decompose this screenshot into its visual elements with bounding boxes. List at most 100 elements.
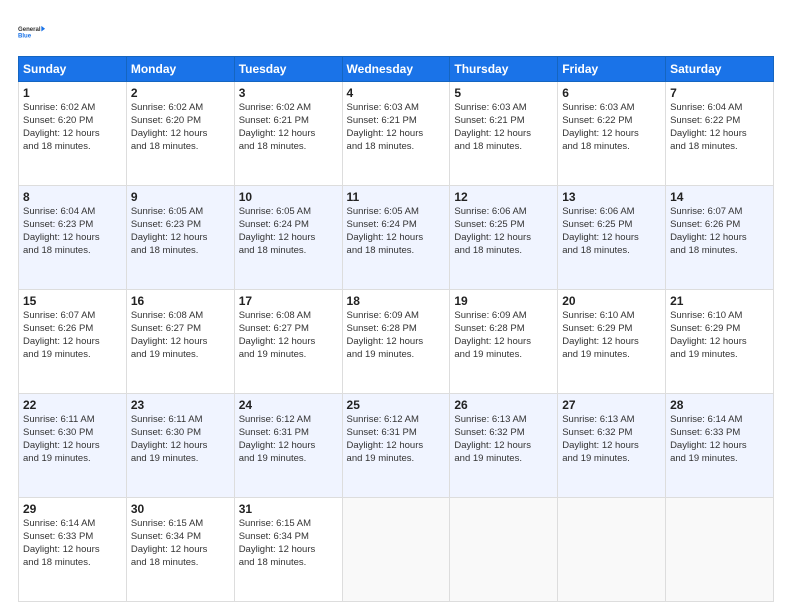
calendar-cell: 20Sunrise: 6:10 AMSunset: 6:29 PMDayligh…	[558, 290, 666, 394]
day-number: 21	[670, 293, 769, 309]
day-info-line: Sunset: 6:30 PM	[23, 427, 122, 440]
day-number: 30	[131, 501, 230, 517]
day-number: 3	[239, 85, 338, 101]
logo: GeneralBlue	[18, 18, 46, 46]
day-info-line: and 19 minutes.	[23, 453, 122, 466]
day-number: 8	[23, 189, 122, 205]
day-info-line: Sunrise: 6:08 AM	[239, 310, 338, 323]
calendar-cell: 17Sunrise: 6:08 AMSunset: 6:27 PMDayligh…	[234, 290, 342, 394]
day-info-line: and 18 minutes.	[670, 245, 769, 258]
day-info-line: Sunset: 6:21 PM	[454, 115, 553, 128]
day-number: 29	[23, 501, 122, 517]
day-info-line: and 19 minutes.	[670, 453, 769, 466]
calendar-cell: 3Sunrise: 6:02 AMSunset: 6:21 PMDaylight…	[234, 82, 342, 186]
day-info-line: Sunrise: 6:11 AM	[23, 414, 122, 427]
calendar-cell: 2Sunrise: 6:02 AMSunset: 6:20 PMDaylight…	[126, 82, 234, 186]
day-info-line: Sunset: 6:25 PM	[454, 219, 553, 232]
day-info-line: Daylight: 12 hours	[131, 128, 230, 141]
calendar-week-row: 29Sunrise: 6:14 AMSunset: 6:33 PMDayligh…	[19, 498, 774, 602]
calendar-week-row: 22Sunrise: 6:11 AMSunset: 6:30 PM Dayligh…	[19, 394, 774, 498]
day-number: 26	[454, 397, 553, 413]
day-info-line: Daylight: 12 hours	[347, 440, 446, 453]
day-info-line: Sunset: 6:21 PM	[239, 115, 338, 128]
day-info-line: Daylight: 12 hours	[670, 232, 769, 245]
day-info-line: Daylight: 12 hours	[131, 440, 230, 453]
day-info-line: Sunrise: 6:10 AM	[670, 310, 769, 323]
day-info-line: Daylight: 12 hours	[239, 544, 338, 557]
day-info-line: and 19 minutes.	[131, 349, 230, 362]
calendar-cell: 4Sunrise: 6:03 AMSunset: 6:21 PMDaylight…	[342, 82, 450, 186]
col-header-monday: Monday	[126, 57, 234, 82]
day-info-line: Daylight: 12 hours	[347, 128, 446, 141]
day-number: 20	[562, 293, 661, 309]
day-info-line: and 18 minutes.	[131, 245, 230, 258]
day-info-line: Daylight: 12 hours	[562, 128, 661, 141]
day-info-line: and 19 minutes.	[562, 349, 661, 362]
calendar-cell: 18Sunrise: 6:09 AMSunset: 6:28 PMDayligh…	[342, 290, 450, 394]
day-info-line: Sunrise: 6:15 AM	[239, 518, 338, 531]
day-info-line: Daylight: 12 hours	[239, 232, 338, 245]
calendar-cell: 22Sunrise: 6:11 AMSunset: 6:30 PMDayligh…	[19, 394, 127, 498]
calendar-cell	[558, 498, 666, 602]
day-info-line: Sunset: 6:23 PM	[131, 219, 230, 232]
day-info-line: and 18 minutes.	[670, 141, 769, 154]
day-info-line: Sunset: 6:29 PM	[562, 323, 661, 336]
calendar-cell: 27Sunrise: 6:13 AMSunset: 6:32 PMDayligh…	[558, 394, 666, 498]
col-header-wednesday: Wednesday	[342, 57, 450, 82]
day-number: 2	[131, 85, 230, 101]
day-info-line: Sunset: 6:24 PM	[239, 219, 338, 232]
day-info-line: Sunrise: 6:05 AM	[347, 206, 446, 219]
calendar-cell: 26Sunrise: 6:13 AMSunset: 6:32 PMDayligh…	[450, 394, 558, 498]
day-number: 27	[562, 397, 661, 413]
calendar-header-row: SundayMondayTuesdayWednesdayThursdayFrid…	[19, 57, 774, 82]
day-info-line: Sunset: 6:34 PM	[239, 531, 338, 544]
day-info-line: Daylight: 12 hours	[347, 232, 446, 245]
day-info-line: Sunrise: 6:02 AM	[239, 102, 338, 115]
day-info-line: Daylight: 12 hours	[670, 128, 769, 141]
day-info-line: Daylight: 12 hours	[131, 232, 230, 245]
calendar-cell: 19Sunrise: 6:09 AMSunset: 6:28 PMDayligh…	[450, 290, 558, 394]
day-number: 6	[562, 85, 661, 101]
calendar-cell: 16Sunrise: 6:08 AMSunset: 6:27 PMDayligh…	[126, 290, 234, 394]
day-info-line: Sunset: 6:22 PM	[562, 115, 661, 128]
col-header-tuesday: Tuesday	[234, 57, 342, 82]
day-info-line: Sunrise: 6:13 AM	[454, 414, 553, 427]
day-info-line: Sunset: 6:24 PM	[347, 219, 446, 232]
day-number: 24	[239, 397, 338, 413]
day-info-line: Daylight: 12 hours	[23, 544, 122, 557]
day-info-line: Sunrise: 6:05 AM	[239, 206, 338, 219]
day-info-line: Daylight: 12 hours	[562, 232, 661, 245]
day-info-line: Sunset: 6:25 PM	[562, 219, 661, 232]
day-info-line: and 19 minutes.	[347, 453, 446, 466]
day-info-line: and 18 minutes.	[454, 245, 553, 258]
calendar-week-row: 8Sunrise: 6:04 AMSunset: 6:23 PMDaylight…	[19, 186, 774, 290]
day-info-line: Sunset: 6:32 PM	[562, 427, 661, 440]
day-number: 28	[670, 397, 769, 413]
day-info-line: Sunset: 6:26 PM	[670, 219, 769, 232]
day-number: 13	[562, 189, 661, 205]
col-header-thursday: Thursday	[450, 57, 558, 82]
day-info-line: Sunrise: 6:02 AM	[131, 102, 230, 115]
day-info-line: Sunrise: 6:07 AM	[23, 310, 122, 323]
day-info-line: Sunset: 6:28 PM	[454, 323, 553, 336]
day-info-line: and 18 minutes.	[454, 141, 553, 154]
day-info-line: Sunset: 6:26 PM	[23, 323, 122, 336]
day-info-line: Daylight: 12 hours	[239, 128, 338, 141]
day-number: 22	[23, 397, 122, 413]
day-info-line: Sunrise: 6:06 AM	[562, 206, 661, 219]
day-number: 11	[347, 189, 446, 205]
day-number: 15	[23, 293, 122, 309]
day-info-line: Sunset: 6:20 PM	[131, 115, 230, 128]
day-info-line: Sunset: 6:31 PM	[239, 427, 338, 440]
day-info-line: and 19 minutes.	[670, 349, 769, 362]
day-number: 5	[454, 85, 553, 101]
day-info-line: Daylight: 12 hours	[239, 440, 338, 453]
day-info-line: and 18 minutes.	[239, 141, 338, 154]
day-info-line: Daylight: 12 hours	[23, 232, 122, 245]
day-info-line: Sunset: 6:27 PM	[239, 323, 338, 336]
calendar-cell: 11Sunrise: 6:05 AMSunset: 6:24 PMDayligh…	[342, 186, 450, 290]
day-info-line: and 18 minutes.	[347, 245, 446, 258]
day-info-line: and 18 minutes.	[562, 245, 661, 258]
day-info-line: Sunrise: 6:08 AM	[131, 310, 230, 323]
day-number: 14	[670, 189, 769, 205]
